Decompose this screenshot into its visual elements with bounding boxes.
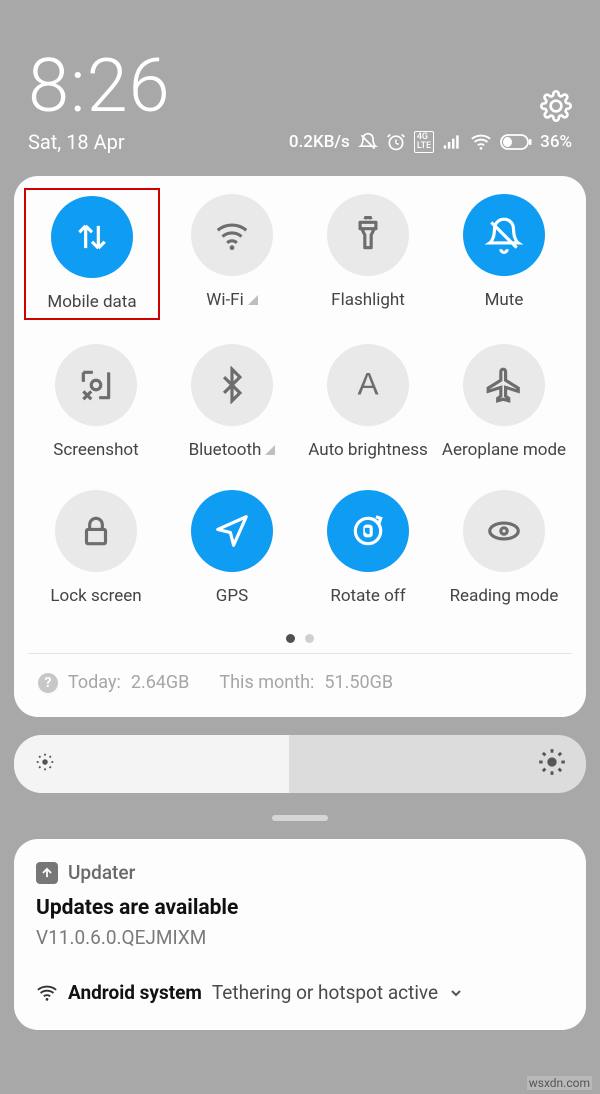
- updater-app-icon: [36, 862, 58, 884]
- toggle-auto-bright[interactable]: A Auto brightness: [300, 344, 436, 460]
- alarm-icon: [386, 132, 406, 152]
- lock-icon[interactable]: [55, 490, 137, 572]
- status-icons: 0.2KB/s 4GLTE 36%: [289, 131, 572, 153]
- updater-version: V11.0.6.0.QEJMIXM: [36, 926, 564, 949]
- toggle-wifi[interactable]: Wi-Fi: [164, 194, 300, 314]
- screenshot-icon[interactable]: [55, 344, 137, 426]
- rotate-icon[interactable]: [327, 490, 409, 572]
- updater-app-name: Updater: [68, 861, 135, 884]
- toggle-bluetooth[interactable]: Bluetooth: [164, 344, 300, 460]
- android-system-name: Android system: [68, 981, 202, 1004]
- toggle-label: Auto brightness: [308, 440, 428, 460]
- airplane-icon[interactable]: [463, 344, 545, 426]
- toggle-label: Mute: [485, 290, 524, 310]
- toggle-label: Wi-Fi: [206, 290, 257, 310]
- dnd-icon: [358, 132, 378, 152]
- notification-card[interactable]: Updater Updates are available V11.0.6.0.…: [14, 839, 586, 1030]
- toggle-mute[interactable]: Mute: [436, 194, 572, 314]
- toggle-data[interactable]: Mobile data: [24, 188, 160, 320]
- toggle-lock[interactable]: Lock screen: [28, 490, 164, 606]
- toggle-reading[interactable]: Reading mode: [436, 490, 572, 606]
- toggle-label: Screenshot: [53, 440, 138, 460]
- watermark: wsxdn.com: [527, 1076, 592, 1090]
- network-speed: 0.2KB/s: [289, 132, 350, 152]
- brightness-slider[interactable]: [14, 735, 586, 793]
- flashlight-icon[interactable]: [327, 194, 409, 276]
- page-indicator: [28, 634, 572, 643]
- drag-handle[interactable]: [272, 815, 328, 821]
- usage-today-value: 2.64GB: [131, 672, 190, 693]
- reading-icon[interactable]: [463, 490, 545, 572]
- toggle-label: Flashlight: [331, 290, 405, 310]
- data-usage-row[interactable]: ? Today: 2.64GB This month: 51.50GB: [28, 654, 572, 703]
- toggle-label: GPS: [216, 586, 248, 606]
- toggle-label: Reading mode: [450, 586, 559, 606]
- toggle-flashlight[interactable]: Flashlight: [300, 194, 436, 314]
- toggle-screenshot[interactable]: Screenshot: [28, 344, 164, 460]
- toggle-label: Mobile data: [47, 292, 136, 312]
- brightness-low-icon: [34, 751, 56, 777]
- expand-chevron-icon[interactable]: [248, 295, 258, 305]
- toggle-rotate[interactable]: Rotate off: [300, 490, 436, 606]
- clock-time: 8:26: [28, 50, 572, 124]
- chevron-down-icon: [448, 985, 464, 1001]
- battery-percent: 36%: [540, 132, 572, 152]
- toggle-label: Lock screen: [50, 586, 141, 606]
- wifi-icon[interactable]: [191, 194, 273, 276]
- settings-gear-icon[interactable]: [540, 90, 572, 122]
- toggle-label: Rotate off: [330, 586, 405, 606]
- bluetooth-icon[interactable]: [191, 344, 273, 426]
- expand-chevron-icon[interactable]: [265, 445, 275, 455]
- svg-text:A: A: [357, 366, 379, 402]
- mute-icon[interactable]: [463, 194, 545, 276]
- brightness-high-icon: [538, 748, 566, 780]
- toggle-gps[interactable]: GPS: [164, 490, 300, 606]
- updater-title: Updates are available: [36, 896, 564, 920]
- quick-settings-panel: Mobile data Wi-Fi Flashlight Mute Screenshot…: [14, 176, 586, 717]
- lte-icon: 4GLTE: [414, 131, 434, 153]
- hotspot-icon: [36, 982, 58, 1004]
- page-dot-2[interactable]: [305, 634, 314, 643]
- usage-month-value: 51.50GB: [324, 672, 393, 693]
- usage-today-label: Today:: [68, 672, 121, 693]
- android-system-text: Tethering or hotspot active: [212, 981, 438, 1004]
- gps-icon[interactable]: [191, 490, 273, 572]
- signal-icon: [442, 132, 462, 152]
- wifi-status-icon: [470, 131, 492, 153]
- date-label: Sat, 18 Apr: [28, 130, 125, 154]
- battery-icon: [500, 134, 532, 150]
- android-system-row[interactable]: Android system Tethering or hotspot acti…: [36, 981, 564, 1004]
- data-icon[interactable]: [51, 196, 133, 278]
- toggle-airplane[interactable]: Aeroplane mode: [436, 344, 572, 460]
- toggle-label: Bluetooth: [189, 440, 276, 460]
- status-bar: 8:26 Sat, 18 Apr 0.2KB/s 4GLTE 36%: [0, 0, 600, 166]
- page-dot-1[interactable]: [286, 634, 295, 643]
- auto-bright-icon[interactable]: A: [327, 344, 409, 426]
- info-icon: ?: [38, 673, 58, 693]
- usage-month-label: This month:: [219, 672, 314, 693]
- toggle-label: Aeroplane mode: [442, 440, 566, 460]
